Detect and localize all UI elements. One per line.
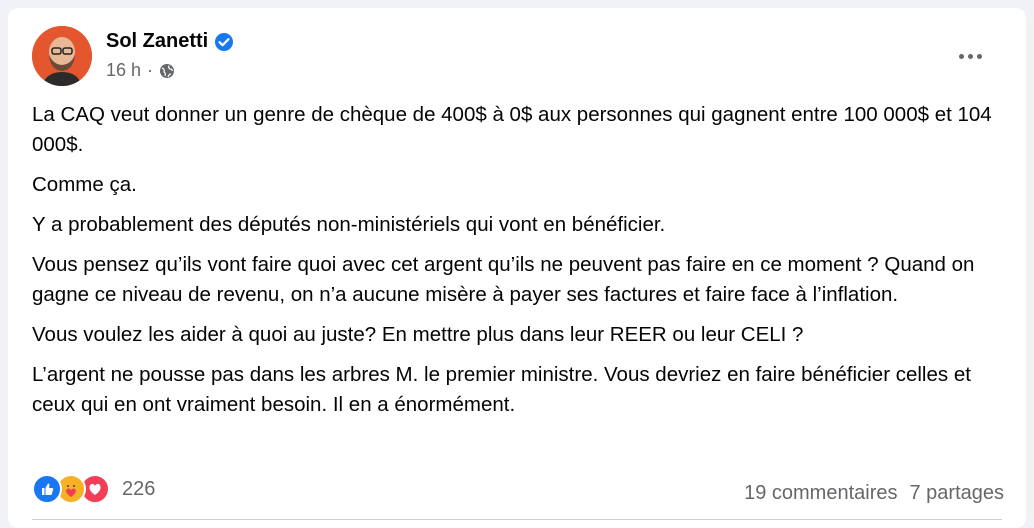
post-timestamp[interactable]: 16 h <box>106 60 141 81</box>
like-icon <box>32 474 62 504</box>
author-row: Sol Zanetti <box>106 30 234 53</box>
more-dot <box>958 53 964 59</box>
avatar[interactable] <box>32 26 92 86</box>
more-dot <box>976 53 982 59</box>
meta-separator: · <box>147 60 154 80</box>
comments-count-link[interactable]: 19 commentaires <box>744 482 897 505</box>
post-paragraph: Y a probablement des députés non-ministé… <box>32 213 666 236</box>
post-header: Sol Zanetti 16 h · <box>32 26 1006 90</box>
globe-icon[interactable] <box>159 63 175 79</box>
engagement-stats: 19 commentaires 7 partages <box>744 482 1004 505</box>
footer-divider <box>32 519 1002 520</box>
verified-badge-icon <box>215 32 234 51</box>
more-dot <box>967 53 973 59</box>
post-paragraph: Comme ça. <box>32 173 137 196</box>
author-name[interactable]: Sol Zanetti <box>106 30 208 53</box>
post-body: La CAQ veut donner un genre de chèque de… <box>32 100 992 430</box>
shares-count-link[interactable]: 7 partages <box>909 482 1004 505</box>
post-paragraph: L’argent ne pousse pas dans les arbres M… <box>32 363 971 416</box>
reactions-summary[interactable]: 226 <box>32 474 155 504</box>
reaction-count[interactable]: 226 <box>122 478 155 501</box>
post-paragraph: Vous voulez les aider à quoi au juste? E… <box>32 323 804 346</box>
post-card: Sol Zanetti 16 h · La CAQ veut donner un… <box>8 8 1026 528</box>
post-meta: 16 h · <box>106 60 175 81</box>
post-paragraph: La CAQ veut donner un genre de chèque de… <box>32 103 992 156</box>
post-paragraph: Vous pensez qu’ils vont faire quoi avec … <box>32 253 975 306</box>
more-options-button[interactable] <box>950 44 990 68</box>
post-footer: 226 19 commentaires 7 partages <box>32 474 1004 510</box>
